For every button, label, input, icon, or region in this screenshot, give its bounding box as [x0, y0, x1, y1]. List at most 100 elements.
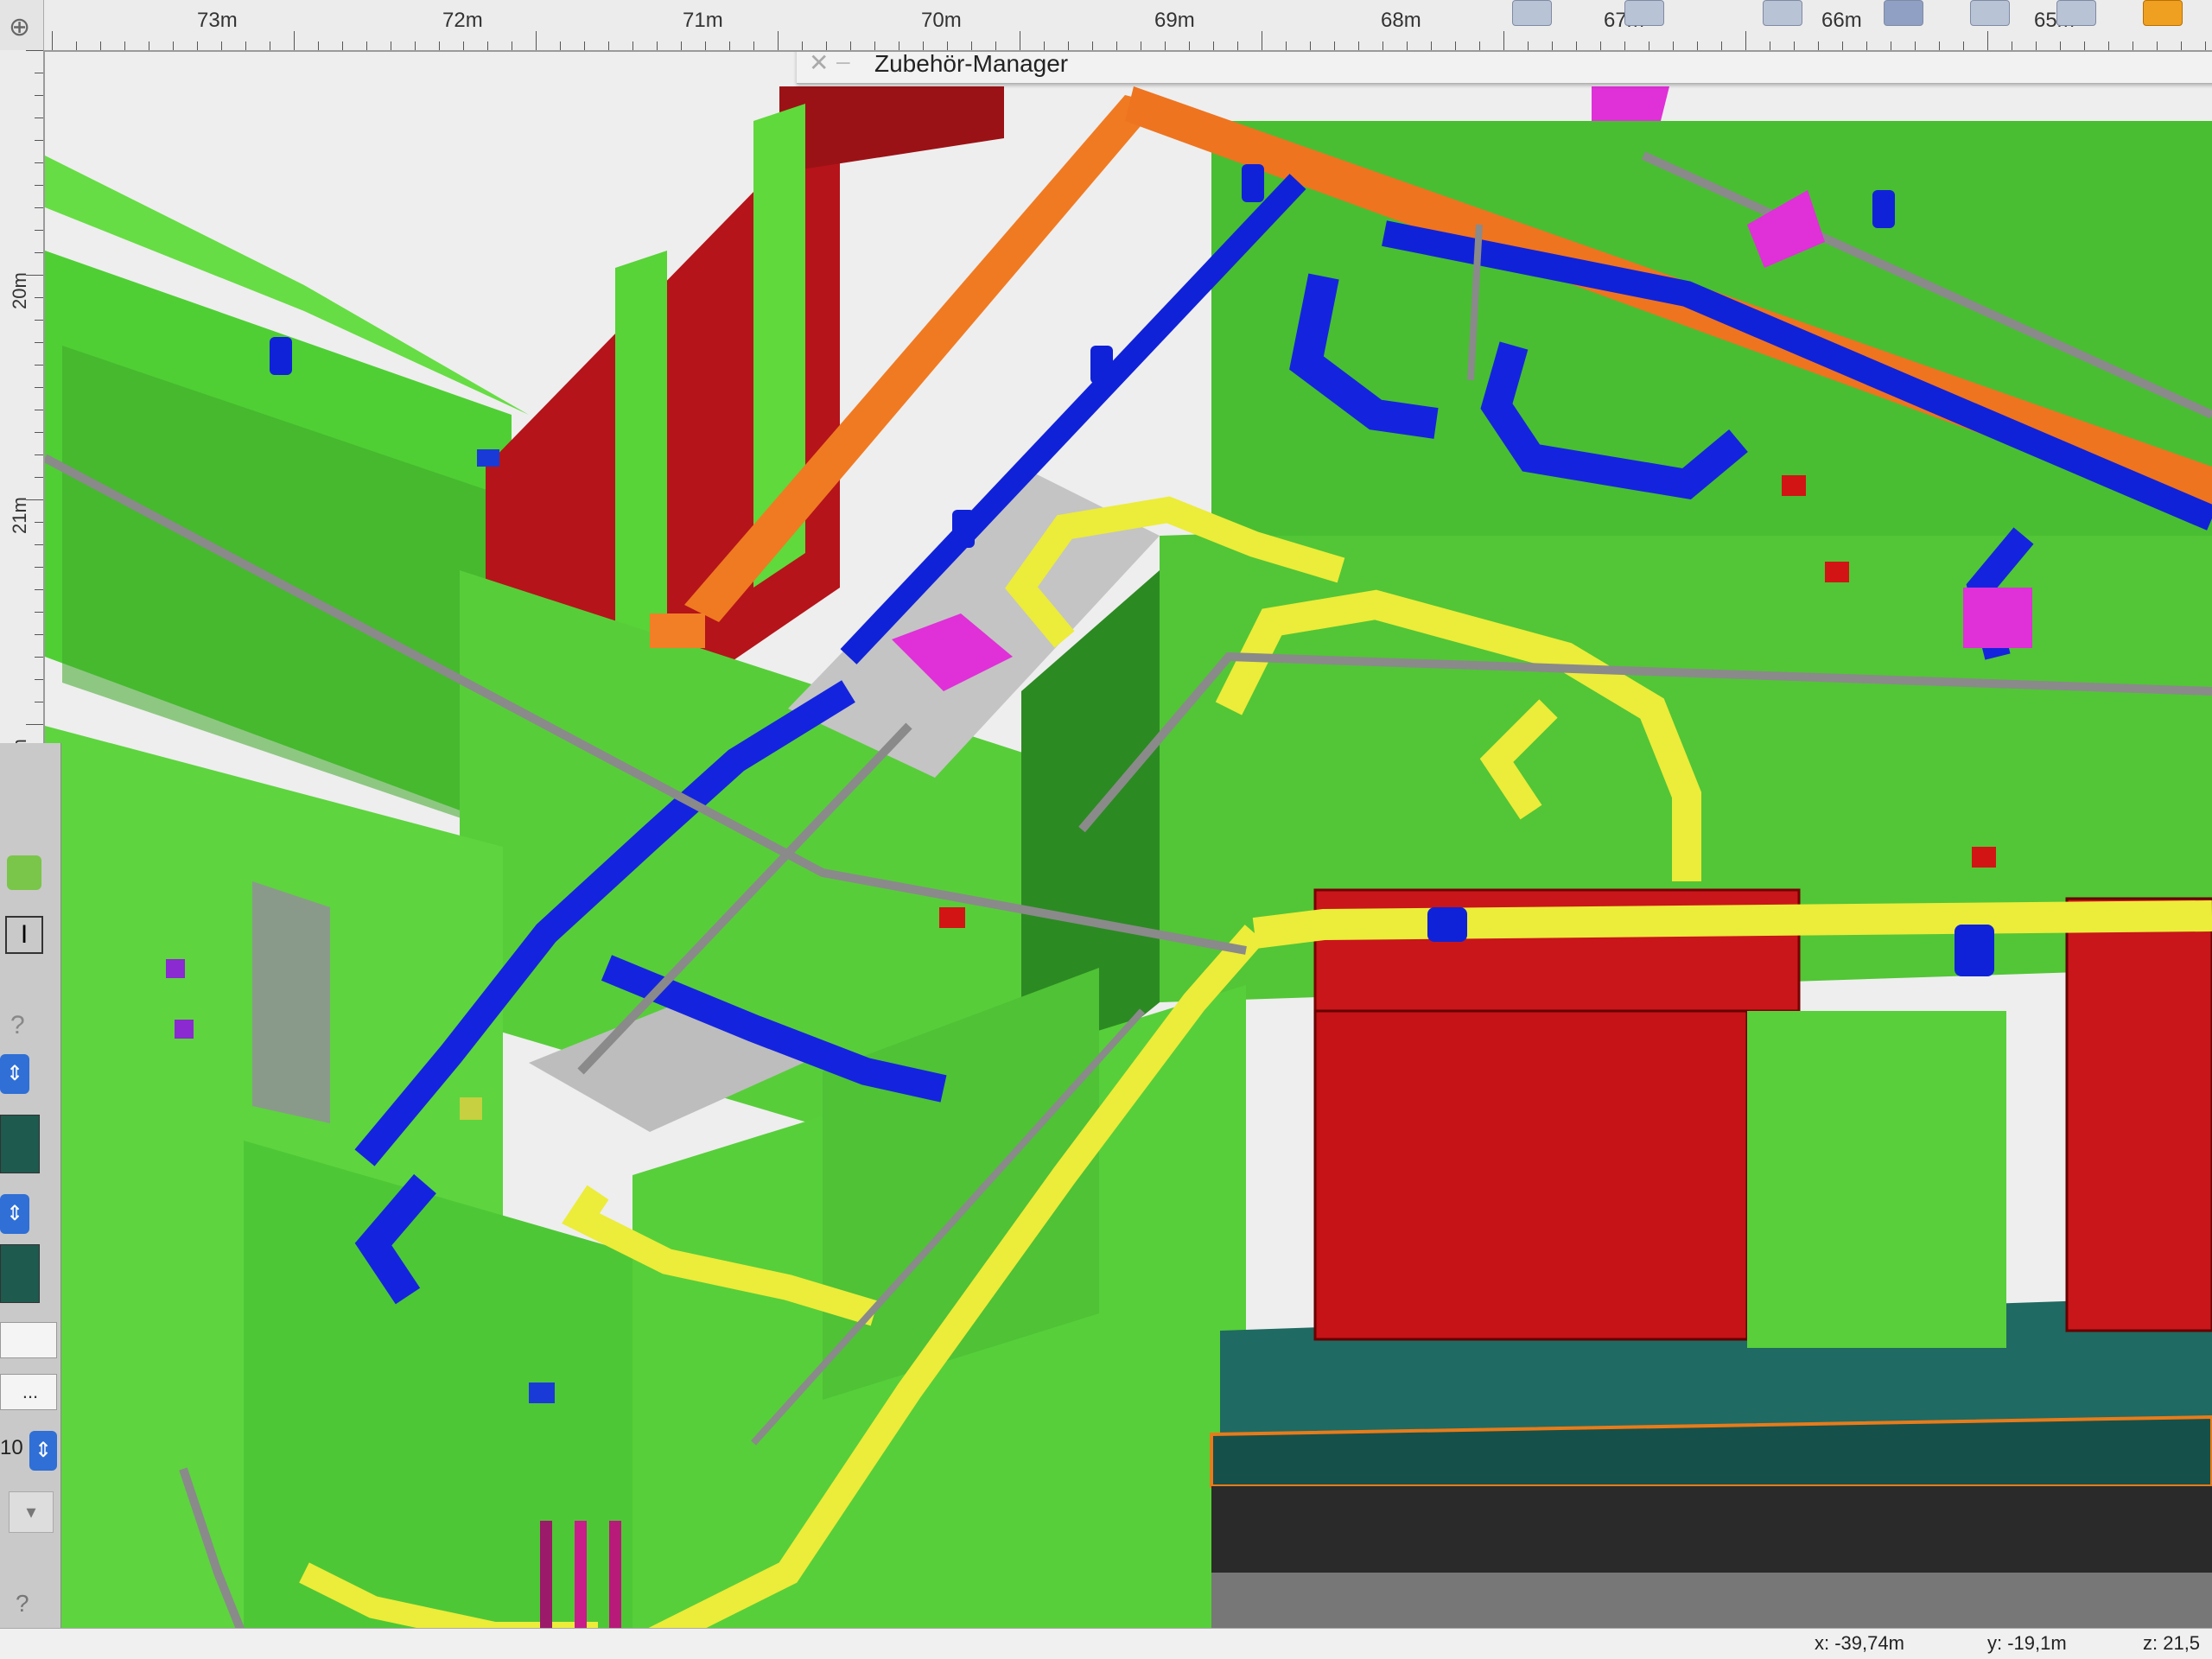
fitting	[1872, 190, 1895, 228]
ruler-tick	[1286, 41, 1287, 50]
ruler-tick	[1987, 31, 1988, 50]
ruler-tick	[1939, 41, 1940, 50]
fitting	[939, 907, 965, 928]
stepper-button[interactable]: ⇕	[29, 1431, 57, 1471]
ruler-tick	[26, 499, 43, 500]
ruler-tick	[26, 275, 43, 276]
chevron-down-icon[interactable]: ▾	[9, 1491, 54, 1533]
ruler-tick	[52, 31, 53, 50]
air-outlet	[1963, 588, 2032, 648]
ruler-tick	[35, 567, 43, 568]
ruler-tick	[729, 41, 730, 50]
air-outlet	[1592, 86, 1669, 121]
tool-icon[interactable]	[1763, 0, 1802, 26]
ruler-tick	[487, 41, 488, 50]
ruler-tick	[35, 477, 43, 478]
fitting	[529, 1382, 555, 1403]
color-swatch[interactable]	[0, 1244, 40, 1303]
tool-icon[interactable]	[2056, 0, 2096, 26]
ruler-tick	[124, 41, 125, 50]
ruler-tick	[35, 162, 43, 163]
ruler-tick	[1334, 41, 1335, 50]
stepper-button[interactable]: ⇕	[0, 1054, 29, 1094]
ruler-tick	[35, 387, 43, 388]
stepper-button[interactable]: ⇕	[0, 1194, 29, 1234]
ruler-tick	[245, 41, 246, 50]
ruler-tick	[1116, 41, 1117, 50]
ruler-tick	[1189, 41, 1190, 50]
ruler-tick	[35, 657, 43, 658]
ruler-tick	[1431, 41, 1432, 50]
ruler-origin[interactable]: ⊕	[0, 0, 44, 50]
more-button[interactable]: ...	[0, 1374, 57, 1410]
ruler-tick	[681, 41, 682, 50]
equipment-unit	[1313, 1009, 1749, 1341]
ruler-tick	[1794, 41, 1795, 50]
z-coordinate: z: 21,5	[2143, 1632, 2201, 1654]
tool-icon[interactable]	[1512, 0, 1552, 26]
ruler-tick	[1358, 41, 1359, 50]
ruler-tick	[2181, 41, 2182, 50]
tool-icon[interactable]	[7, 855, 41, 890]
ruler-tick	[35, 185, 43, 186]
ruler-tick	[802, 41, 803, 50]
ruler-tick	[35, 679, 43, 680]
ruler-tick	[342, 41, 343, 50]
ruler-tick	[1745, 31, 1746, 50]
accessory-manager-palette[interactable]: ✕ – Zubehör-Manager	[797, 52, 2212, 84]
fitting	[1955, 925, 1994, 976]
ruler-tick	[35, 230, 43, 231]
ruler-label: 71m	[683, 9, 723, 32]
ruler-tick	[1576, 41, 1577, 50]
ruler-tick	[197, 41, 198, 50]
fitting	[460, 1097, 482, 1120]
ruler-tick	[35, 589, 43, 590]
ruler-tick	[584, 41, 585, 50]
x-coordinate: x: -39,74m	[1815, 1632, 1904, 1654]
ruler-tick	[1455, 41, 1456, 50]
ruler-tick	[971, 41, 972, 50]
value-row: 10 ⇕	[0, 1431, 60, 1471]
ruler-tick	[1915, 41, 1916, 50]
ruler-tick	[753, 41, 754, 50]
ruler-tick	[1963, 41, 1964, 50]
ruler-tick	[2084, 41, 2085, 50]
ruler-tick	[1528, 41, 1529, 50]
question-icon[interactable]: ?	[10, 1011, 25, 1040]
left-tool-panel: I ? ⇕ ⇕ ... 10 ⇕ ▾ ? ✕	[0, 743, 61, 1659]
ruler-tick	[35, 454, 43, 455]
ruler-tick	[439, 41, 440, 50]
ruler-tick	[1382, 41, 1383, 50]
close-icon[interactable]: ✕	[809, 52, 829, 76]
beam-tool-icon[interactable]: I	[5, 916, 43, 954]
fitting	[166, 959, 185, 978]
text-field[interactable]	[0, 1322, 57, 1358]
cable-tray-end	[650, 613, 705, 648]
tool-icon[interactable]	[1624, 0, 1664, 26]
ruler-label: 69m	[1154, 9, 1195, 32]
value-field[interactable]: 10	[0, 1436, 23, 1460]
ruler-tick	[35, 207, 43, 208]
ruler-tick	[947, 41, 948, 50]
ruler-tick	[26, 724, 43, 725]
3d-viewport[interactable]: ✕ – Zubehör-Manager	[45, 52, 2212, 1659]
cad-app: ⊕ 73m 72m 71m 70m 69m 68m 67m 66m 65m 20…	[0, 0, 2212, 1659]
ruler-tick	[657, 41, 658, 50]
ruler-tick	[995, 41, 996, 50]
tool-icon[interactable]	[2143, 0, 2183, 26]
tool-icon[interactable]	[1970, 0, 2010, 26]
ruler-tick	[2108, 41, 2109, 50]
ruler-tick	[35, 612, 43, 613]
ruler-tick	[1044, 41, 1045, 50]
target-icon: ⊕	[9, 12, 31, 42]
ruler-tick	[1673, 41, 1674, 50]
ruler-tick	[1407, 41, 1408, 50]
ruler-tick	[35, 544, 43, 545]
color-swatch[interactable]	[0, 1115, 40, 1173]
question-icon[interactable]: ?	[16, 1590, 29, 1618]
minimize-icon[interactable]: –	[836, 52, 850, 74]
ruler-tick	[26, 50, 43, 51]
tool-icon[interactable]	[1884, 0, 1923, 26]
ruler-tick	[874, 41, 875, 50]
ruler-tick	[1165, 41, 1166, 50]
